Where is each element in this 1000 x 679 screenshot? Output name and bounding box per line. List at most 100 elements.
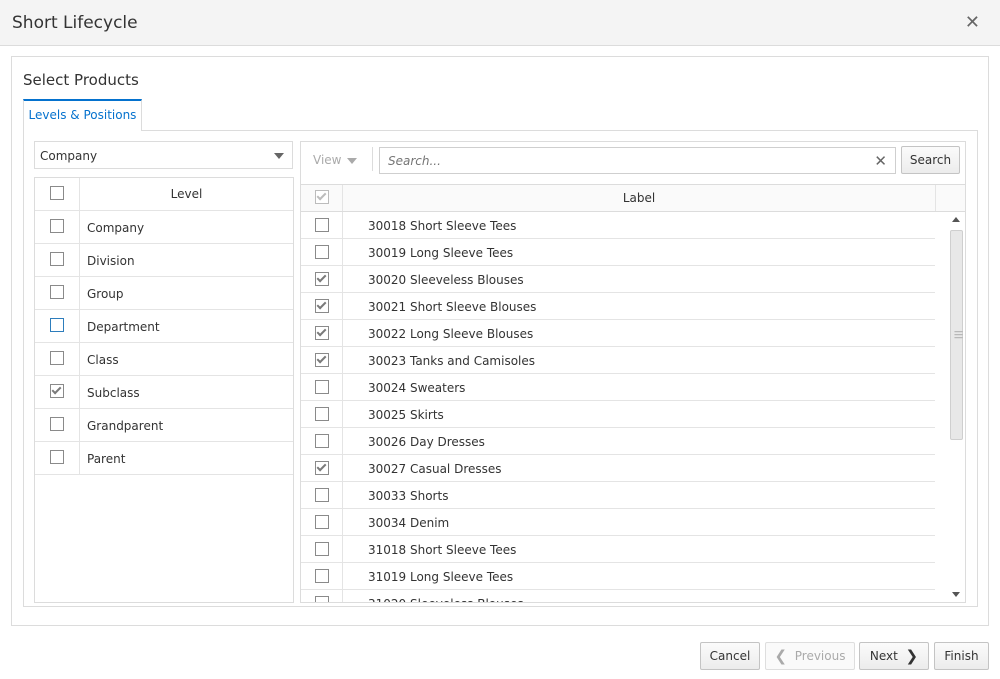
search-input[interactable]: [386, 153, 856, 169]
toolbar-divider: [372, 147, 373, 171]
level-checkbox[interactable]: [50, 450, 64, 464]
label-checkbox[interactable]: [315, 461, 329, 475]
view-menu[interactable]: View: [313, 153, 358, 167]
previous-button[interactable]: ❮ Previous: [765, 642, 855, 670]
label-checkbox[interactable]: [315, 218, 329, 232]
level-checkbox[interactable]: [50, 285, 64, 299]
label-checkbox-cell: [301, 536, 343, 562]
level-checkbox[interactable]: [50, 384, 64, 398]
level-row[interactable]: Group: [35, 277, 293, 310]
level-row[interactable]: Subclass: [35, 376, 293, 409]
close-icon[interactable]: ✕: [965, 14, 980, 32]
label-text: 30024 Sweaters: [368, 381, 466, 395]
label-checkbox[interactable]: [315, 488, 329, 502]
label-checkbox-cell: [301, 239, 343, 265]
label-text: 30019 Long Sleeve Tees: [368, 246, 514, 260]
level-checkbox[interactable]: [50, 417, 64, 431]
label-row[interactable]: 30018 Short Sleeve Tees: [301, 212, 935, 239]
label-text: 30027 Casual Dresses: [368, 462, 502, 476]
dialog-titlebar: Short Lifecycle ✕: [0, 0, 1000, 46]
chevron-left-icon: ❮: [774, 647, 788, 665]
level-label: Company: [87, 221, 145, 235]
label-checkbox[interactable]: [315, 245, 329, 259]
select-all-cell: [35, 178, 80, 210]
level-checkbox[interactable]: [50, 219, 64, 233]
level-table: Level Company Division Group Department Clas…: [34, 177, 294, 603]
label-checkbox[interactable]: [315, 272, 329, 286]
level-row[interactable]: Class: [35, 343, 293, 376]
level-row[interactable]: Grandparent: [35, 409, 293, 442]
checkmark-icon: [51, 384, 62, 395]
label-row[interactable]: 30022 Long Sleeve Blouses: [301, 320, 935, 347]
label-checkbox[interactable]: [315, 569, 329, 583]
label-checkbox-cell: [301, 347, 343, 373]
finish-button[interactable]: Finish: [934, 642, 989, 670]
label-row[interactable]: 30034 Denim: [301, 509, 935, 536]
label-row[interactable]: 30019 Long Sleeve Tees: [301, 239, 935, 266]
label-row[interactable]: 30033 Shorts: [301, 482, 935, 509]
level-row[interactable]: Parent: [35, 442, 293, 475]
level-table-header: Level: [35, 178, 293, 211]
checkmark-icon: [316, 190, 327, 201]
level-row[interactable]: Division: [35, 244, 293, 277]
label-text: 31019 Long Sleeve Tees: [368, 570, 514, 584]
search-button[interactable]: Search: [901, 146, 960, 174]
view-label: View: [313, 153, 342, 167]
label-row[interactable]: 31019 Long Sleeve Tees: [301, 563, 935, 590]
next-button[interactable]: Next ❯: [859, 642, 929, 670]
label-row[interactable]: 30025 Skirts: [301, 401, 935, 428]
tab-levels-positions[interactable]: Levels & Positions: [23, 99, 142, 131]
cancel-button[interactable]: Cancel: [700, 642, 760, 670]
select-all-levels-checkbox[interactable]: [50, 186, 64, 200]
level-row[interactable]: Department: [35, 310, 293, 343]
checkmark-icon: [316, 353, 327, 364]
label-checkbox[interactable]: [315, 434, 329, 448]
label-checkbox[interactable]: [315, 407, 329, 421]
level-label: Grandparent: [87, 419, 164, 433]
label-row[interactable]: 30020 Sleeveless Blouses: [301, 266, 935, 293]
label-text: 30026 Day Dresses: [368, 435, 485, 449]
label-row[interactable]: 30021 Short Sleeve Blouses: [301, 293, 935, 320]
level-checkbox-cell: [35, 409, 80, 441]
label-checkbox[interactable]: [315, 353, 329, 367]
level-label: Parent: [87, 452, 126, 466]
level-label: Division: [87, 254, 135, 268]
label-row[interactable]: 31018 Short Sleeve Tees: [301, 536, 935, 563]
label-row[interactable]: 31020 Sleeveless Blouses: [301, 590, 935, 602]
level-checkbox-cell: [35, 376, 80, 408]
label-checkbox[interactable]: [315, 596, 329, 602]
label-row[interactable]: 30024 Sweaters: [301, 374, 935, 401]
select-all-labels-checkbox[interactable]: [315, 190, 329, 204]
label-checkbox[interactable]: [315, 542, 329, 556]
level-label: Group: [87, 287, 124, 301]
level-checkbox-cell: [35, 211, 80, 243]
level-checkbox[interactable]: [50, 351, 64, 365]
level-checkbox[interactable]: [50, 252, 64, 266]
level-checkbox-cell: [35, 442, 80, 474]
level-checkbox-cell: [35, 310, 80, 342]
level-checkbox-cell: [35, 343, 80, 375]
label-checkbox[interactable]: [315, 380, 329, 394]
label-checkbox-cell: [301, 293, 343, 319]
label-table-scrollbar[interactable]: — — —: [948, 212, 965, 602]
hierarchy-select[interactable]: Company: [34, 141, 293, 169]
level-row[interactable]: Company: [35, 211, 293, 244]
label-checkbox-cell: [301, 212, 343, 238]
level-checkbox[interactable]: [50, 318, 64, 332]
label-text: 31020 Sleeveless Blouses: [368, 597, 524, 602]
label-row[interactable]: 30026 Day Dresses: [301, 428, 935, 455]
label-column-header: Label: [622, 191, 656, 205]
label-checkbox[interactable]: [315, 515, 329, 529]
label-row[interactable]: 30027 Casual Dresses: [301, 455, 935, 482]
scrollbar-thumb[interactable]: — — —: [950, 230, 963, 440]
label-row[interactable]: 30023 Tanks and Camisoles: [301, 347, 935, 374]
dialog-title: Short Lifecycle: [12, 13, 138, 33]
label-text: 30021 Short Sleeve Blouses: [368, 300, 537, 314]
scroll-up-arrow-icon[interactable]: [952, 217, 960, 222]
label-checkbox[interactable]: [315, 299, 329, 313]
checkmark-icon: [316, 272, 327, 283]
clear-search-icon[interactable]: ✕: [874, 152, 887, 170]
scroll-down-arrow-icon[interactable]: [952, 592, 960, 597]
level-checkbox-cell: [35, 244, 80, 276]
label-checkbox[interactable]: [315, 326, 329, 340]
